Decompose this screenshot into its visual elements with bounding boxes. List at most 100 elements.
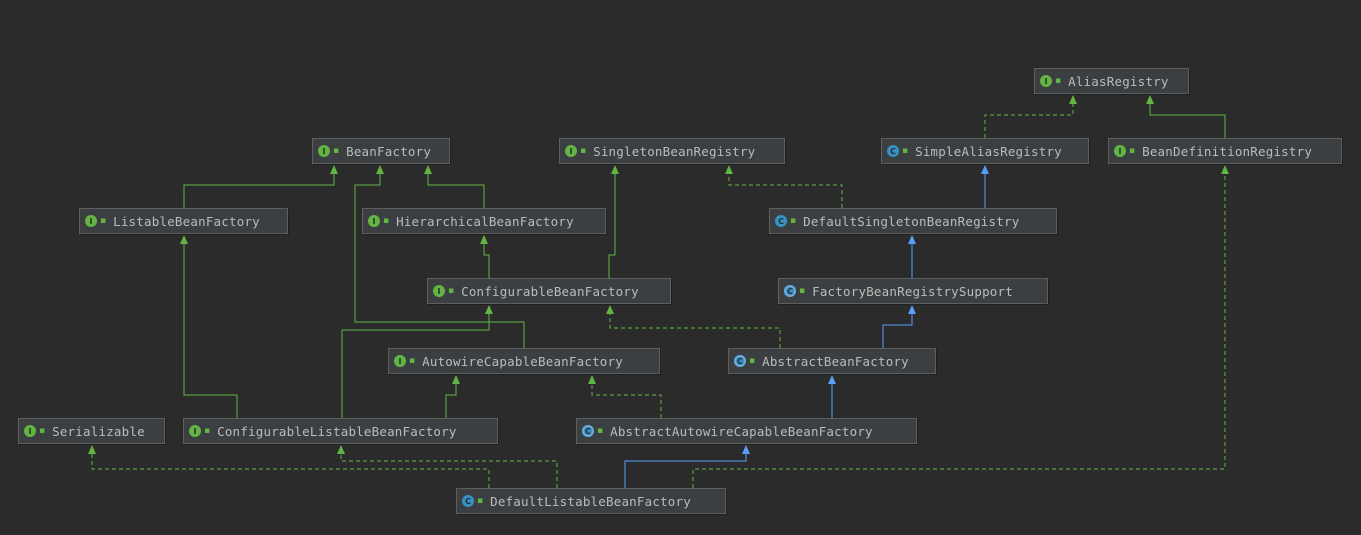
class-node-SimpleAliasRegistry[interactable]: C ▪ SimpleAliasRegistry bbox=[881, 138, 1089, 164]
class-node-DefaultSingletonBeanRegistry[interactable]: C ▪ DefaultSingletonBeanRegistry bbox=[769, 208, 1057, 234]
edge-line bbox=[427, 173, 485, 208]
public-visibility-icon: ▪ bbox=[597, 426, 604, 436]
interface-icon: I bbox=[1114, 145, 1126, 157]
class-node-AbstractBeanFactory[interactable]: C ▪ AbstractBeanFactory bbox=[728, 348, 936, 374]
edge-AbstractBeanFactory-to-ConfigurableBeanFactory bbox=[606, 305, 781, 348]
interface-icon: I bbox=[394, 355, 406, 367]
public-visibility-icon: ▪ bbox=[409, 356, 416, 366]
edge-line bbox=[91, 453, 490, 488]
arrow-head-icon bbox=[1146, 95, 1154, 104]
class-name-label: SingletonBeanRegistry bbox=[593, 143, 756, 159]
public-visibility-icon: ▪ bbox=[902, 146, 909, 156]
class-icon: C bbox=[887, 145, 899, 157]
class-node-AutowireCapableBeanFactory[interactable]: I ▪ AutowireCapableBeanFactory bbox=[388, 348, 660, 374]
interface-icon: I bbox=[433, 285, 445, 297]
class-node-Serializable[interactable]: I ▪ Serializable bbox=[18, 418, 165, 444]
arrow-head-icon bbox=[330, 165, 338, 174]
class-node-HierarchicalBeanFactory[interactable]: I ▪ HierarchicalBeanFactory bbox=[362, 208, 606, 234]
class-node-BeanFactory[interactable]: I ▪ BeanFactory bbox=[312, 138, 450, 164]
edge-AbstractBeanFactory-to-FactoryBeanRegistrySupport bbox=[882, 305, 916, 348]
interface-icon: I bbox=[24, 425, 36, 437]
edge-HierarchicalBeanFactory-to-BeanFactory bbox=[424, 165, 485, 208]
interface-icon: I bbox=[1040, 75, 1052, 87]
class-name-label: DefaultSingletonBeanRegistry bbox=[803, 213, 1020, 229]
edge-line bbox=[728, 173, 843, 208]
edge-DefaultSingletonBeanRegistry-to-SingletonBeanRegistry bbox=[725, 165, 843, 208]
public-visibility-icon: ▪ bbox=[383, 216, 390, 226]
edge-line bbox=[483, 243, 490, 278]
arrow-head-icon bbox=[742, 445, 750, 454]
interface-icon: I bbox=[85, 215, 97, 227]
arrow-head-icon bbox=[606, 305, 614, 314]
class-node-ConfigurableListableBeanFactory[interactable]: I ▪ ConfigurableListableBeanFactory bbox=[183, 418, 498, 444]
edge-line bbox=[591, 383, 662, 418]
interface-icon: I bbox=[565, 145, 577, 157]
edge-BeanDefinitionRegistry-to-AliasRegistry bbox=[1146, 95, 1226, 138]
public-visibility-icon: ▪ bbox=[39, 426, 46, 436]
abstract-class-icon: C bbox=[582, 425, 594, 437]
class-name-label: ConfigurableListableBeanFactory bbox=[217, 423, 457, 439]
public-visibility-icon: ▪ bbox=[333, 146, 340, 156]
class-node-BeanDefinitionRegistry[interactable]: I ▪ BeanDefinitionRegistry bbox=[1108, 138, 1342, 164]
edge-DefaultListableBeanFactory-to-ConfigurableListableBeanFactory bbox=[337, 445, 558, 488]
class-diagram-canvas: I ▪ AliasRegistry I ▪ BeanFactory I ▪ SingletonB… bbox=[0, 0, 1361, 535]
arrow-head-icon bbox=[180, 235, 188, 244]
arrow-head-icon bbox=[611, 165, 619, 174]
edge-SimpleAliasRegistry-to-AliasRegistry bbox=[984, 95, 1077, 138]
class-name-label: BeanFactory bbox=[346, 143, 432, 159]
edge-line bbox=[624, 453, 747, 488]
public-visibility-icon: ▪ bbox=[448, 286, 455, 296]
edge-line bbox=[1149, 103, 1226, 138]
class-name-label: AutowireCapableBeanFactory bbox=[422, 353, 623, 369]
class-node-SingletonBeanRegistry[interactable]: I ▪ SingletonBeanRegistry bbox=[559, 138, 785, 164]
edge-ConfigurableBeanFactory-to-SingletonBeanRegistry bbox=[608, 165, 619, 278]
arrow-head-icon bbox=[88, 445, 96, 454]
class-name-label: ListableBeanFactory bbox=[113, 213, 260, 229]
edge-ConfigurableListableBeanFactory-to-ListableBeanFactory bbox=[180, 235, 238, 418]
arrow-head-icon bbox=[485, 305, 493, 314]
arrow-head-icon bbox=[1221, 165, 1229, 174]
edge-line bbox=[183, 243, 238, 418]
arrow-head-icon bbox=[424, 165, 432, 174]
class-name-label: Serializable bbox=[52, 423, 145, 439]
class-node-FactoryBeanRegistrySupport[interactable]: C ▪ FactoryBeanRegistrySupport bbox=[778, 278, 1048, 304]
class-node-AliasRegistry[interactable]: I ▪ AliasRegistry bbox=[1034, 68, 1189, 94]
public-visibility-icon: ▪ bbox=[1129, 146, 1136, 156]
edge-line bbox=[984, 103, 1074, 138]
class-node-ListableBeanFactory[interactable]: I ▪ ListableBeanFactory bbox=[79, 208, 288, 234]
public-visibility-icon: ▪ bbox=[477, 496, 484, 506]
class-node-DefaultListableBeanFactory[interactable]: C ▪ DefaultListableBeanFactory bbox=[456, 488, 726, 514]
edge-ConfigurableBeanFactory-to-HierarchicalBeanFactory bbox=[480, 235, 490, 278]
edge-ListableBeanFactory-to-BeanFactory bbox=[183, 165, 338, 208]
arrow-head-icon bbox=[725, 165, 733, 174]
class-node-AbstractAutowireCapableBeanFactory[interactable]: C ▪ AbstractAutowireCapableBeanFactory bbox=[576, 418, 917, 444]
class-name-label: AbstractAutowireCapableBeanFactory bbox=[610, 423, 873, 439]
edge-line bbox=[354, 173, 525, 348]
public-visibility-icon: ▪ bbox=[1055, 76, 1062, 86]
class-name-label: BeanDefinitionRegistry bbox=[1142, 143, 1313, 159]
class-node-ConfigurableBeanFactory[interactable]: I ▪ ConfigurableBeanFactory bbox=[427, 278, 671, 304]
public-visibility-icon: ▪ bbox=[799, 286, 806, 296]
class-name-label: AliasRegistry bbox=[1068, 73, 1169, 89]
class-name-label: ConfigurableBeanFactory bbox=[461, 283, 639, 299]
interface-icon: I bbox=[189, 425, 201, 437]
class-name-label: HierarchicalBeanFactory bbox=[396, 213, 574, 229]
arrow-head-icon bbox=[480, 235, 488, 244]
interface-icon: I bbox=[318, 145, 330, 157]
arrow-head-icon bbox=[908, 305, 916, 314]
arrow-head-icon bbox=[452, 375, 460, 384]
edge-DefaultListableBeanFactory-to-Serializable bbox=[88, 445, 490, 488]
public-visibility-icon: ▪ bbox=[100, 216, 107, 226]
arrow-head-icon bbox=[828, 375, 836, 384]
class-name-label: FactoryBeanRegistrySupport bbox=[812, 283, 1013, 299]
edge-DefaultListableBeanFactory-to-AbstractAutowireCapableBeanFactory bbox=[624, 445, 750, 488]
arrow-head-icon bbox=[376, 165, 384, 174]
edge-DefaultSingletonBeanRegistry-to-SimpleAliasRegistry bbox=[981, 165, 989, 208]
class-name-label: SimpleAliasRegistry bbox=[915, 143, 1062, 159]
public-visibility-icon: ▪ bbox=[580, 146, 587, 156]
abstract-class-icon: C bbox=[734, 355, 746, 367]
edge-ConfigurableListableBeanFactory-to-AutowireCapableBeanFactory bbox=[445, 375, 460, 418]
edge-line bbox=[445, 383, 457, 418]
abstract-class-icon: C bbox=[784, 285, 796, 297]
interface-icon: I bbox=[368, 215, 380, 227]
